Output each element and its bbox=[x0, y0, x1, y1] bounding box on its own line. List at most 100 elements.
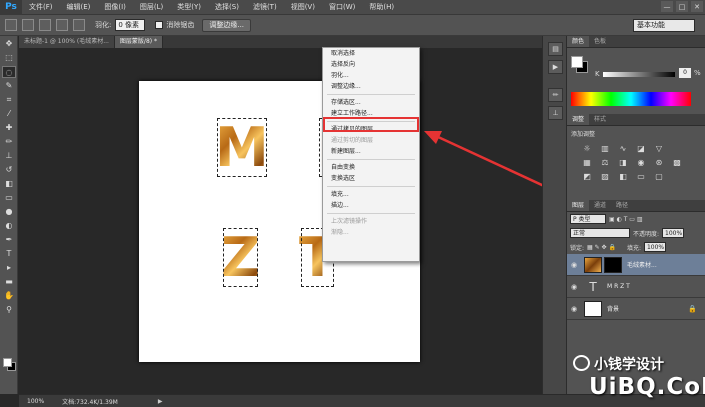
menu-filter[interactable]: 滤镜(T) bbox=[246, 2, 284, 12]
context-menu-item[interactable]: 选择反向 bbox=[323, 59, 419, 70]
lock-icons[interactable]: ▦ ✎ ✥ 🔒 bbox=[587, 244, 616, 251]
black-white-icon[interactable]: ◨ bbox=[617, 158, 629, 168]
lasso-tool-icon[interactable] bbox=[5, 19, 17, 31]
context-menu-item[interactable]: 描边... bbox=[323, 200, 419, 211]
quick-select-tool-icon[interactable]: ✎ bbox=[2, 80, 16, 92]
eraser-tool-icon[interactable]: ◧ bbox=[2, 178, 16, 190]
tab-paths[interactable]: 路径 bbox=[611, 200, 633, 211]
path-select-icon[interactable]: ▸ bbox=[2, 262, 16, 274]
dodge-tool-icon[interactable]: ◐ bbox=[2, 220, 16, 232]
tab-channels[interactable]: 通道 bbox=[589, 200, 611, 211]
context-menu-item[interactable]: 取消选择 bbox=[323, 48, 419, 59]
menu-window[interactable]: 窗口(W) bbox=[322, 2, 362, 12]
vibrance-icon[interactable]: ▽ bbox=[653, 144, 665, 154]
context-menu-item[interactable]: 填充... bbox=[323, 189, 419, 200]
tab-adjustments[interactable]: 调整 bbox=[567, 114, 590, 125]
context-menu-item[interactable]: 羽化... bbox=[323, 70, 419, 81]
close-button[interactable]: ✕ bbox=[691, 1, 703, 12]
menu-help[interactable]: 帮助(H) bbox=[362, 2, 401, 12]
lasso-tool-icon[interactable]: ◌ bbox=[2, 66, 16, 78]
threshold-icon[interactable]: ◧ bbox=[617, 172, 629, 182]
blur-tool-icon[interactable]: ● bbox=[2, 206, 16, 218]
menu-image[interactable]: 图像(I) bbox=[97, 2, 133, 12]
stamp-tool-icon[interactable]: ⊥ bbox=[2, 150, 16, 162]
color-balance-icon[interactable]: ⚖ bbox=[599, 158, 611, 168]
photo-filter-icon[interactable]: ◉ bbox=[635, 158, 647, 168]
menu-select[interactable]: 选择(S) bbox=[208, 2, 246, 12]
shape-tool-icon[interactable]: ▬ bbox=[2, 276, 16, 288]
tab-styles[interactable]: 样式 bbox=[589, 114, 611, 125]
eyedropper-tool-icon[interactable]: ⁄ bbox=[2, 108, 16, 120]
invert-icon[interactable]: ◩ bbox=[581, 172, 593, 182]
menu-edit[interactable]: 编辑(E) bbox=[60, 2, 98, 12]
context-menu-item[interactable]: 自由变换 bbox=[323, 162, 419, 173]
color-spectrum[interactable] bbox=[571, 92, 691, 106]
tab-color[interactable]: 颜色 bbox=[567, 36, 590, 47]
type-tool-icon[interactable]: T bbox=[2, 248, 16, 260]
subtract-selection-icon[interactable] bbox=[56, 19, 68, 31]
posterize-icon[interactable]: ▨ bbox=[599, 172, 611, 182]
refine-edge-button[interactable]: 调整边缘... bbox=[202, 18, 252, 32]
status-arrow-icon[interactable]: ▶ bbox=[158, 398, 163, 405]
visibility-eye-icon[interactable]: ◉ bbox=[567, 305, 581, 313]
actions-panel-icon[interactable]: ▶ bbox=[548, 60, 563, 74]
tab-layers[interactable]: 图层 bbox=[567, 200, 590, 211]
add-selection-icon[interactable] bbox=[39, 19, 51, 31]
k-slider[interactable] bbox=[603, 72, 675, 77]
marquee-tool-icon[interactable]: ⬚ bbox=[2, 52, 16, 64]
fill-input[interactable]: 100% bbox=[643, 242, 666, 252]
context-menu-item[interactable]: 调整边缘... bbox=[323, 81, 419, 92]
layer-row-text[interactable]: ◉ T M R Z T bbox=[567, 276, 705, 298]
hand-tool-icon[interactable]: ✋ bbox=[2, 290, 16, 302]
workspace-select[interactable]: 基本功能 bbox=[633, 19, 695, 32]
filter-icons[interactable]: ▣ ◐ T ▭ ▥ bbox=[609, 216, 643, 223]
tab-document-1[interactable]: 未标题-1 @ 100% (毛绒素材... bbox=[19, 36, 115, 48]
panel-foreground-swatch[interactable] bbox=[571, 56, 583, 68]
layer-row-fur[interactable]: ◉ 毛绒素材... bbox=[567, 254, 705, 276]
healing-tool-icon[interactable]: ✚ bbox=[2, 122, 16, 134]
zoom-tool-icon[interactable]: ⚲ bbox=[2, 304, 16, 316]
clone-source-icon[interactable]: ⊥ bbox=[548, 106, 563, 120]
curves-icon[interactable]: ∿ bbox=[617, 144, 629, 154]
channel-mixer-icon[interactable]: ⊛ bbox=[653, 158, 665, 168]
new-selection-icon[interactable] bbox=[22, 19, 34, 31]
layer-mask-thumbnail[interactable] bbox=[604, 256, 622, 273]
history-panel-icon[interactable]: ▤ bbox=[548, 42, 563, 56]
canvas-area[interactable]: M R Z T bbox=[19, 48, 542, 394]
antialias-checkbox[interactable] bbox=[155, 21, 164, 29]
tab-swatches[interactable]: 色板 bbox=[589, 36, 611, 47]
maximize-button[interactable]: □ bbox=[676, 1, 688, 12]
selective-color-icon[interactable]: ▢ bbox=[653, 172, 665, 182]
brush-tool-icon[interactable]: ✏ bbox=[2, 136, 16, 148]
menu-view[interactable]: 视图(V) bbox=[284, 2, 322, 12]
opacity-input[interactable]: 100% bbox=[662, 228, 685, 238]
context-menu-item[interactable]: 变换选区 bbox=[323, 173, 419, 184]
visibility-eye-icon[interactable]: ◉ bbox=[567, 283, 581, 291]
hue-saturation-icon[interactable]: ▦ bbox=[581, 158, 593, 168]
intersect-selection-icon[interactable] bbox=[73, 19, 85, 31]
brush-panel-icon[interactable]: ✏ bbox=[548, 88, 563, 102]
layer-filter-select[interactable]: P 类型 bbox=[570, 214, 606, 224]
minimize-button[interactable]: — bbox=[661, 1, 673, 12]
context-menu-item[interactable]: 新建图层... bbox=[323, 146, 419, 157]
move-tool-icon[interactable]: ✥ bbox=[2, 38, 16, 50]
history-brush-icon[interactable]: ↺ bbox=[2, 164, 16, 176]
tab-document-2[interactable]: 图层蒙版/8) * bbox=[114, 36, 164, 48]
blend-mode-select[interactable]: 正常 bbox=[570, 228, 630, 238]
feather-input[interactable]: 0 像素 bbox=[115, 19, 146, 31]
visibility-eye-icon[interactable]: ◉ bbox=[567, 261, 581, 269]
menu-type[interactable]: 类型(Y) bbox=[170, 2, 208, 12]
levels-icon[interactable]: ▥ bbox=[599, 144, 611, 154]
k-value-input[interactable]: 0 bbox=[679, 68, 691, 78]
brightness-icon[interactable]: ☼ bbox=[581, 144, 593, 154]
context-menu-item[interactable]: 存储选区... bbox=[323, 97, 419, 108]
gradient-map-icon[interactable]: ▭ bbox=[635, 172, 647, 182]
pen-tool-icon[interactable]: ✒ bbox=[2, 234, 16, 246]
exposure-icon[interactable]: ◪ bbox=[635, 144, 647, 154]
menu-file[interactable]: 文件(F) bbox=[22, 2, 60, 12]
foreground-color-swatch[interactable] bbox=[3, 358, 12, 367]
crop-tool-icon[interactable]: ⌗ bbox=[2, 94, 16, 106]
layer-row-background[interactable]: ◉ 背景 🔒 bbox=[567, 298, 705, 320]
gradient-tool-icon[interactable]: ▭ bbox=[2, 192, 16, 204]
zoom-level[interactable]: 100% bbox=[27, 398, 44, 405]
